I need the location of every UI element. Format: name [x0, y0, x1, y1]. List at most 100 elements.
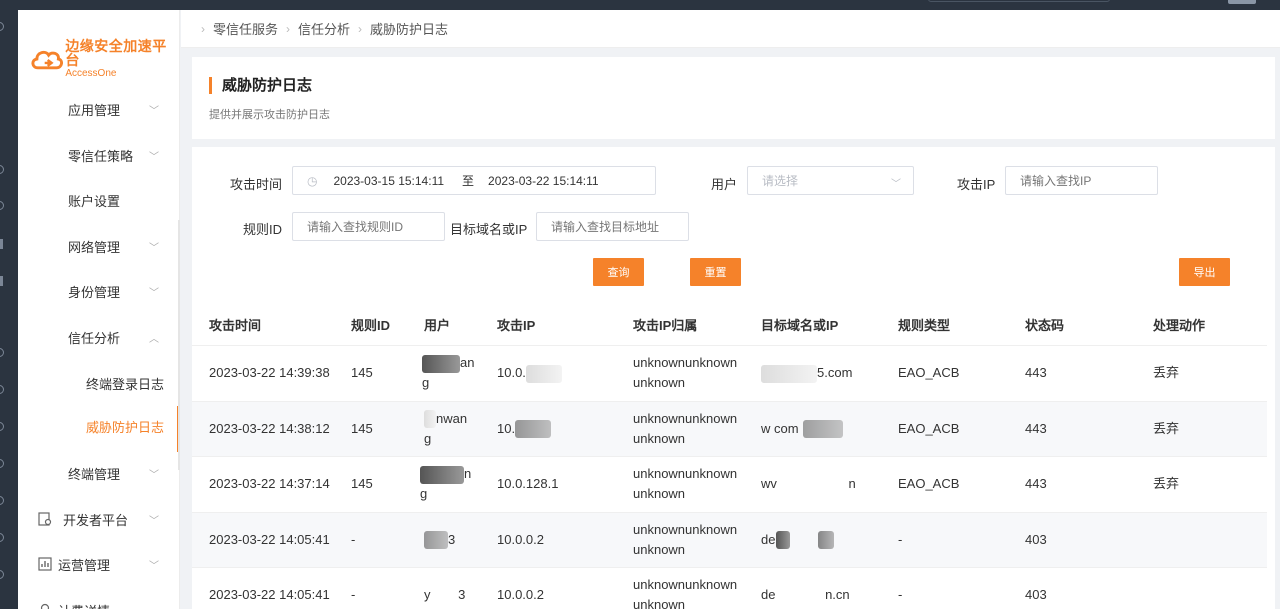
cell-ip: 10.0.128.1: [497, 476, 559, 491]
chevron-up-icon: ︿: [149, 334, 159, 345]
cell-user-line2: g: [420, 486, 428, 501]
table-row[interactable]: 2023-03-22 14:37:14 145 ng 10.0.128.1 un…: [192, 457, 1267, 513]
reset-button[interactable]: 重置: [690, 258, 741, 286]
cell-user-line1: nwan: [436, 410, 468, 426]
chevron-right-icon: ›: [286, 21, 291, 36]
rail-item-icon[interactable]: [0, 201, 4, 210]
cell-ip-text: 10.0.: [497, 365, 526, 380]
redacted-mask: [424, 410, 436, 429]
cell-ip: 10.0.0.2: [497, 531, 544, 547]
clock-icon: ◷: [307, 173, 318, 188]
table-row[interactable]: 2023-03-22 14:38:12 145 nwan g 10. w com …: [192, 401, 1267, 457]
cell-action: 丢弃: [1153, 420, 1180, 436]
cell-time: 2023-03-22 14:38:12: [209, 420, 330, 436]
rail-item-icon[interactable]: [0, 239, 3, 249]
sidebar-item-threat-protection-log[interactable]: 威胁防护日志: [18, 406, 180, 452]
target-input[interactable]: [536, 212, 689, 241]
cell-geo-line2: unknown: [633, 486, 686, 501]
cell-geo-line1: unknownunknown: [633, 466, 738, 481]
chevron-down-icon: ﹀: [149, 561, 159, 572]
cell-geo: unknownunknown unknown: [633, 575, 737, 609]
chevron-down-icon: ﹀: [149, 516, 159, 527]
cloud-logo-icon: [31, 50, 63, 70]
redacted-mask: [761, 364, 817, 383]
sidebar-item-billing-details[interactable]: 计费详情: [18, 590, 179, 609]
page-title: 威胁防护日志: [209, 77, 312, 94]
query-button[interactable]: 查询: [593, 258, 644, 286]
rail-item-icon[interactable]: [0, 165, 4, 174]
rail-item-icon[interactable]: [0, 422, 4, 431]
sidebar-item-label: 账户设置: [68, 193, 121, 209]
sidebar-scrollbar[interactable]: [178, 220, 180, 470]
sidebar-item-operations-management[interactable]: 运营管理 ﹀: [18, 544, 179, 584]
cell-geo: unknownunknown unknown: [633, 464, 737, 504]
rail-item-icon[interactable]: [0, 276, 3, 286]
rail-item-icon[interactable]: [0, 385, 4, 394]
rail-item-icon[interactable]: [0, 348, 4, 357]
sidebar-item-app-management[interactable]: 应用管理 ﹀: [18, 89, 179, 129]
cell-time: 2023-03-22 14:37:14: [209, 476, 330, 491]
sidebar: 边缘安全加速平台 AccessOne 应用管理 ﹀ 零信任策略 ﹀ 账户设置 网…: [18, 10, 180, 609]
cell-ip: 10.: [497, 419, 552, 439]
column-header: 规则ID: [351, 318, 391, 333]
cell-time: 2023-03-22 14:39:38: [209, 365, 330, 380]
sidebar-item-zero-trust-policy[interactable]: 零信任策略 ﹀: [18, 135, 179, 175]
rail-item-icon[interactable]: [0, 570, 4, 579]
sidebar-item-trust-analysis[interactable]: 信任分析 ︿: [18, 317, 179, 357]
redacted-mask: [420, 465, 464, 484]
cell-target: 5.com: [761, 363, 852, 383]
sidebar-item-developer-platform[interactable]: 开发者平台 ﹀: [18, 499, 179, 539]
table-row[interactable]: 2023-03-22 14:39:38 145 an g 10.0. unknow…: [192, 346, 1267, 402]
rail-item-icon[interactable]: [0, 22, 4, 31]
sidebar-item-account-settings[interactable]: 账户设置: [18, 180, 179, 220]
sidebar-item-terminal-management[interactable]: 终端管理 ﹀: [18, 453, 179, 493]
attack-time-range-picker[interactable]: ◷ 2023-03-15 15:14:11 至 2023-03-22 15:14…: [292, 166, 656, 195]
table-header: 攻击时间 规则ID 用户 攻击IP 攻击IP归属 目标域名或IP 规则类型 状态…: [192, 300, 1267, 346]
avatar[interactable]: [1228, 0, 1256, 4]
cell-geo-line2: unknown: [633, 541, 686, 557]
cell-user: nwan g: [424, 409, 467, 449]
redacted-mask: [515, 420, 552, 439]
sidebar-item-label: 信任分析: [68, 330, 121, 346]
chevron-down-icon: ﹀: [891, 179, 901, 190]
chevron-down-icon: ﹀: [149, 470, 159, 481]
billing-icon: [38, 603, 52, 609]
chevron-right-icon: ›: [201, 21, 205, 36]
rail-item-icon[interactable]: [0, 496, 4, 505]
rule-id-input[interactable]: [292, 212, 445, 241]
export-button[interactable]: 导出: [1179, 258, 1230, 286]
cell-geo-line1: unknownunknown: [633, 355, 738, 370]
breadcrumb-item[interactable]: 信任分析: [298, 19, 350, 38]
rail-item-icon[interactable]: [0, 459, 4, 468]
table-row[interactable]: 2023-03-22 14:05:41 - y 3 10.0.0.2 unkno…: [192, 568, 1267, 609]
user-select[interactable]: 请选择 ﹀: [747, 166, 914, 195]
attack-ip-input[interactable]: [1005, 166, 1158, 195]
cell-ip: 10.0.: [497, 363, 562, 383]
cell-geo-line2: unknown: [633, 597, 686, 609]
sidebar-item-label: 身份管理: [68, 284, 121, 300]
sidebar-item-network-management[interactable]: 网络管理 ﹀: [18, 226, 179, 266]
cell-action: 丢弃: [1153, 476, 1180, 491]
cell-geo: unknownunknown unknown: [633, 353, 737, 393]
breadcrumb: › 零信任服务 › 信任分析 › 威胁防护日志: [181, 10, 1280, 48]
main-panel: 攻击时间 ◷ 2023-03-15 15:14:11 至 2023-03-22 …: [192, 147, 1275, 609]
sidebar-item-identity-management[interactable]: 身份管理 ﹀: [18, 271, 179, 311]
table-row[interactable]: 2023-03-22 14:05:41 - 3 10.0.0.2 unknown…: [192, 512, 1267, 568]
chevron-down-icon: ﹀: [149, 152, 159, 163]
cell-status-code: 403: [1025, 587, 1047, 602]
column-header: 状态码: [1025, 318, 1065, 333]
target-label: 目标域名或IP: [450, 222, 528, 237]
logo[interactable]: 边缘安全加速平台 AccessOne: [30, 39, 179, 79]
sidebar-item-label: 计费详情: [58, 601, 110, 609]
global-search-input[interactable]: [928, 0, 1110, 2]
rail-item-icon[interactable]: [0, 533, 4, 542]
cell-rule-type: -: [898, 531, 903, 547]
sidebar-item-terminal-login-log[interactable]: 终端登录日志: [18, 363, 179, 403]
time-start-value: 2023-03-15 15:14:11: [333, 173, 445, 188]
cell-geo: unknownunknown unknown: [633, 409, 737, 449]
cell-user: 3: [424, 530, 455, 550]
breadcrumb-item[interactable]: 零信任服务: [213, 19, 278, 38]
column-header: 目标域名或IP: [761, 318, 839, 333]
redacted-mask: [802, 420, 843, 439]
attack-time-label: 攻击时间: [230, 177, 283, 192]
